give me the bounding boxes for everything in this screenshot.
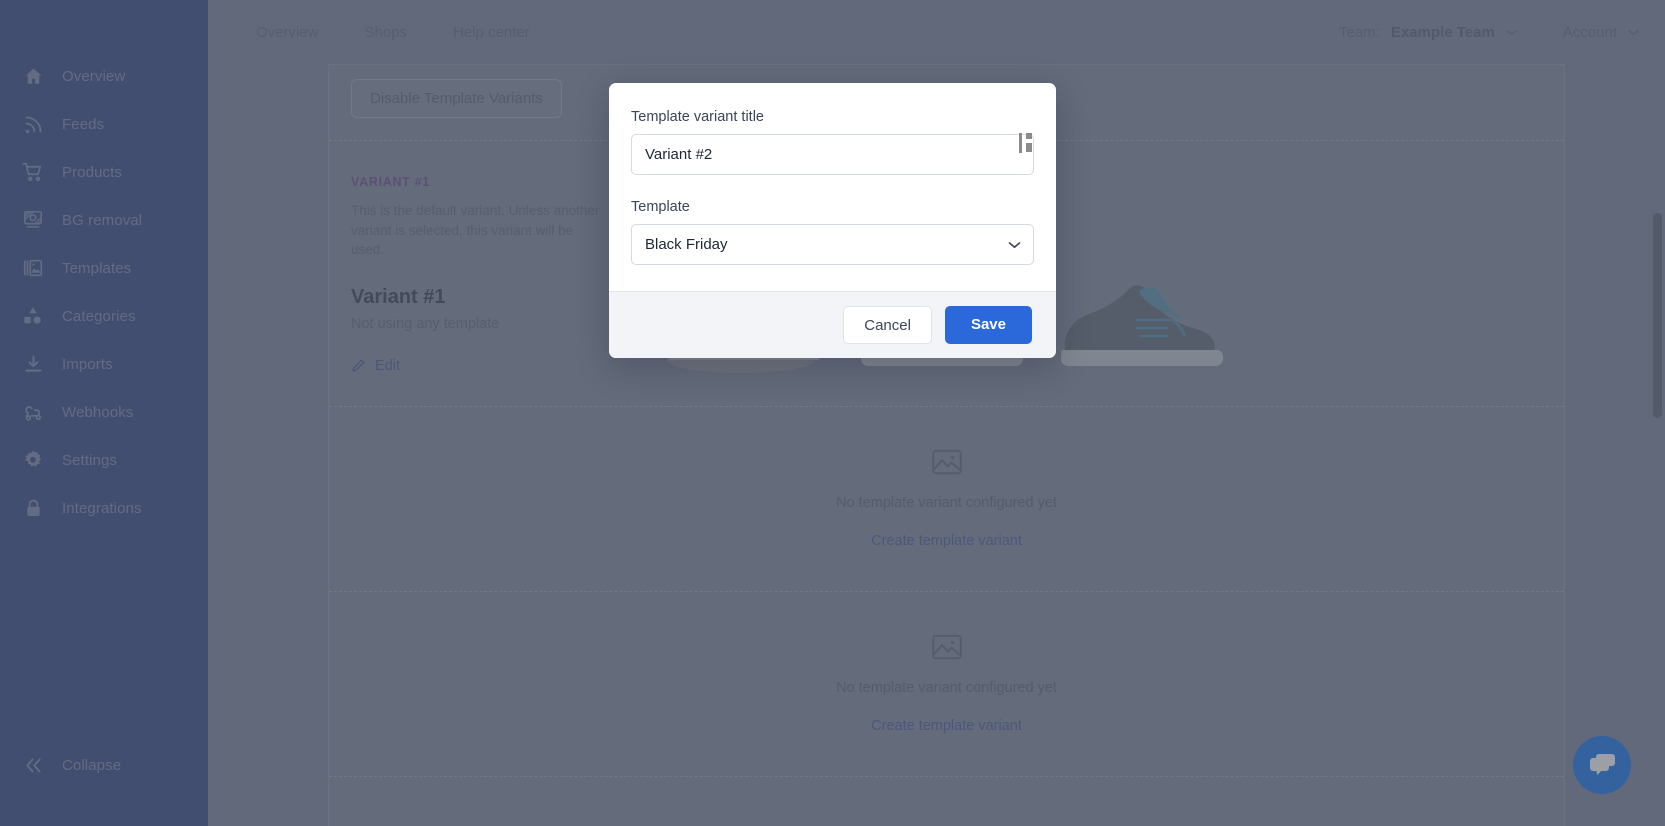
- chevron-down-icon: [1628, 29, 1639, 35]
- variant-title: Variant #1: [351, 285, 446, 308]
- variant-info: VARIANT #1 This is the default variant. …: [351, 175, 621, 378]
- sidebar-item-imports[interactable]: Imports: [0, 340, 208, 388]
- template-variant-title-input[interactable]: [631, 134, 1034, 175]
- image-placeholder-icon: [931, 635, 962, 660]
- sidebar-item-webhooks[interactable]: Webhooks: [0, 388, 208, 436]
- chat-bubble-icon: [1590, 754, 1615, 775]
- topbar: Overview Shops Help center Team: Example…: [208, 0, 1665, 64]
- account-menu[interactable]: Account: [1563, 24, 1639, 41]
- topnav-link-overview[interactable]: Overview: [256, 24, 319, 41]
- sidebar-item-integrations[interactable]: Integrations: [0, 484, 208, 532]
- download-icon: [22, 353, 44, 375]
- chevron-double-left-icon: [22, 754, 44, 776]
- variant-kicker: VARIANT #1: [351, 175, 431, 189]
- variant-template-status: Not using any template: [351, 315, 500, 332]
- create-template-variant-link[interactable]: Create template variant: [871, 533, 1022, 549]
- empty-variant-block: No template variant configured yet Creat…: [329, 406, 1564, 591]
- chat-widget-button[interactable]: [1573, 736, 1631, 794]
- template-select-wrapper: Black Friday: [631, 224, 1034, 265]
- sidebar-item-overview[interactable]: Overview: [0, 52, 208, 100]
- modal-body: Template variant title Template Black Fr…: [609, 83, 1056, 291]
- team-selector[interactable]: Team: Example Team: [1339, 24, 1517, 41]
- sidebar-item-label: Templates: [62, 259, 132, 277]
- image-placeholder-icon: [931, 450, 962, 475]
- vertical-scrollbar[interactable]: [1653, 128, 1662, 826]
- sidebar-item-categories[interactable]: Categories: [0, 292, 208, 340]
- scrollbar-thumb[interactable]: [1653, 213, 1662, 418]
- sidebar-item-templates[interactable]: Templates: [0, 244, 208, 292]
- sidebar-item-label: Categories: [62, 307, 136, 325]
- gear-icon: [22, 449, 44, 471]
- empty-variant-block: No template variant configured yet Creat…: [329, 591, 1564, 776]
- empty-variant-message: No template variant configured yet: [836, 495, 1057, 512]
- sidebar-item-label: Settings: [62, 451, 117, 469]
- sidebar-item-products[interactable]: Products: [0, 148, 208, 196]
- sidebar: Overview Feeds Products BG removal Templ…: [0, 0, 208, 826]
- rss-icon: [22, 113, 44, 135]
- template-variant-title-label: Template variant title: [631, 109, 764, 125]
- lock-icon: [22, 497, 44, 519]
- webhook-icon: [22, 401, 44, 423]
- sidebar-item-label: BG removal: [62, 211, 143, 229]
- edit-variant-label: Edit: [375, 357, 400, 374]
- product-image-thumbnail: [1041, 268, 1241, 378]
- sidebar-item-label: Imports: [62, 355, 113, 373]
- top-navigation: Overview Shops Help center: [256, 24, 530, 41]
- disable-template-variants-button[interactable]: Disable Template Variants: [351, 79, 562, 118]
- variant-description: This is the default variant. Unless anot…: [351, 203, 600, 258]
- modal-footer: Cancel Save: [609, 291, 1056, 358]
- pencil-icon: [352, 359, 365, 372]
- sidebar-item-settings[interactable]: Settings: [0, 436, 208, 484]
- template-select[interactable]: Black Friday: [631, 224, 1034, 265]
- topnav-link-shops[interactable]: Shops: [365, 24, 408, 41]
- cancel-button[interactable]: Cancel: [843, 306, 932, 344]
- bg-removal-icon: [22, 209, 44, 231]
- template-variant-modal: Template variant title Template Black Fr…: [609, 83, 1056, 358]
- sidebar-collapse-button[interactable]: Collapse: [0, 754, 208, 776]
- create-template-variant-link[interactable]: Create template variant: [871, 718, 1022, 734]
- categories-icon: [22, 305, 44, 327]
- edit-variant-link[interactable]: Edit: [351, 358, 400, 374]
- templates-icon: [22, 257, 44, 279]
- sidebar-item-label: Products: [62, 163, 122, 181]
- topnav-link-help-center[interactable]: Help center: [453, 24, 530, 41]
- sidebar-item-label: Feeds: [62, 115, 105, 133]
- account-label: Account: [1562, 23, 1617, 41]
- sidebar-item-feeds[interactable]: Feeds: [0, 100, 208, 148]
- chevron-down-icon: [1506, 29, 1517, 35]
- cart-icon: [22, 161, 44, 183]
- sidebar-collapse-label: Collapse: [62, 756, 122, 774]
- sidebar-item-label: Webhooks: [62, 403, 134, 421]
- template-label: Template: [631, 199, 690, 215]
- team-prefix-label: Team:: [1338, 23, 1380, 41]
- empty-variant-block: [329, 776, 1564, 826]
- sidebar-item-bg-removal[interactable]: BG removal: [0, 196, 208, 244]
- empty-variant-message: No template variant configured yet: [836, 680, 1057, 697]
- app-root: Overview Feeds Products BG removal Templ…: [0, 0, 1665, 826]
- sidebar-item-label: Integrations: [62, 499, 142, 517]
- topbar-right: Team: Example Team Account: [1339, 24, 1639, 41]
- save-button[interactable]: Save: [944, 306, 1032, 344]
- team-name-label: Example Team: [1390, 23, 1495, 41]
- home-icon: [22, 65, 44, 87]
- sidebar-item-label: Overview: [62, 67, 126, 85]
